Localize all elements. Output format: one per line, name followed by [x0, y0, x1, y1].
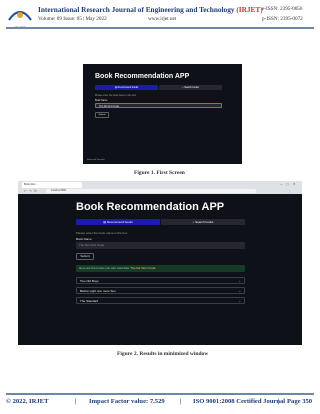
figure2-screenshot: Book Rec... ← → ↻ localhost:8501 — ▢ ✕ ⋮…	[18, 181, 302, 345]
figure2-caption: Figure 2. Results in minimized window	[117, 351, 209, 357]
footer-rule	[6, 393, 314, 395]
success-book-title: The Da Vinci Code	[130, 266, 156, 270]
minimize-icon[interactable]: —	[280, 182, 283, 186]
browser-chrome: Book Rec... ← → ↻ localhost:8501 — ▢ ✕ ⋮	[18, 181, 302, 194]
figure1-caption: Figure 1. First Screen	[134, 170, 185, 176]
forward-icon[interactable]: →	[29, 189, 32, 193]
back-icon[interactable]: ←	[24, 189, 27, 193]
submit-button[interactable]: Submit	[95, 112, 109, 118]
p-issn: p-ISSN: 2395-0072	[262, 16, 303, 22]
browser-tab[interactable]: Book Rec...	[22, 182, 82, 188]
footer-page: Page 350	[287, 398, 313, 405]
footer-copyright: © 2022, IRJET	[6, 398, 49, 405]
journal-title: International Research Journal of Engine…	[38, 5, 263, 14]
tab-search-books[interactable]: ⌕ Search books	[159, 85, 222, 90]
header-rule	[6, 27, 314, 29]
irjet-logo	[8, 11, 32, 21]
prompt-text: Please enter the book name in the box	[95, 94, 136, 97]
streamlit-footer: Made with Streamlit	[87, 159, 105, 161]
journal-title-main: International Research Journal of Engine…	[38, 5, 235, 14]
footer-separator: |	[278, 398, 280, 405]
success-message: Here are the books you can read after Th…	[76, 265, 245, 272]
book-name-input[interactable]: The Da Vinci Code	[95, 103, 222, 108]
app-title: Book Recommendation APP	[76, 201, 225, 213]
chevron-down-icon: ⌄	[238, 299, 241, 303]
book-name-input[interactable]: The Da Vinci Code	[76, 242, 245, 249]
result-expander[interactable]: The Standard ⌄	[76, 297, 245, 304]
maximize-icon[interactable]: ▢	[286, 182, 289, 186]
footer-iso: ISO 9001:2008 Certified Journal	[193, 398, 286, 405]
footer-separator: |	[180, 398, 182, 405]
tab-recommend-books[interactable]: ▤ Recommend books	[76, 219, 160, 225]
menu-icon[interactable]: ⋮	[288, 189, 291, 193]
website-link[interactable]: www.irjet.net	[148, 16, 176, 22]
footer-separator: |	[75, 398, 77, 405]
field-label: Book Name	[76, 237, 92, 241]
result-expander[interactable]: Before night one more Sun ⌄	[76, 287, 245, 294]
prompt-text: Please enter the book name in the box	[76, 231, 128, 235]
journal-abbr: (IRJET)	[236, 5, 263, 14]
tab-search-books[interactable]: ⌕ Search books	[161, 219, 245, 225]
close-icon[interactable]: ✕	[293, 182, 296, 186]
reload-icon[interactable]: ↻	[34, 189, 37, 193]
tab-recommend-books[interactable]: ▤ Recommend books	[95, 85, 158, 90]
volume-issue: Volume: 09 Issue: 05 | May 2022	[38, 16, 107, 22]
e-issn: e-ISSN: 2395-0056	[262, 6, 303, 12]
chevron-down-icon: ⌄	[238, 279, 241, 283]
address-bar[interactable]: localhost:8501	[46, 188, 256, 193]
footer-impact: Impact Factor value: 7.529	[89, 398, 165, 405]
figure1-screenshot: Book Recommendation APP ▤ Recommend book…	[83, 64, 242, 164]
result-expander[interactable]: Two Old Boys ⌄	[76, 277, 245, 284]
chevron-down-icon: ⌄	[238, 289, 241, 293]
app-title: Book Recommendation APP	[95, 73, 190, 80]
field-label: Book Name	[95, 99, 108, 102]
submit-button[interactable]: Submit	[76, 253, 94, 260]
